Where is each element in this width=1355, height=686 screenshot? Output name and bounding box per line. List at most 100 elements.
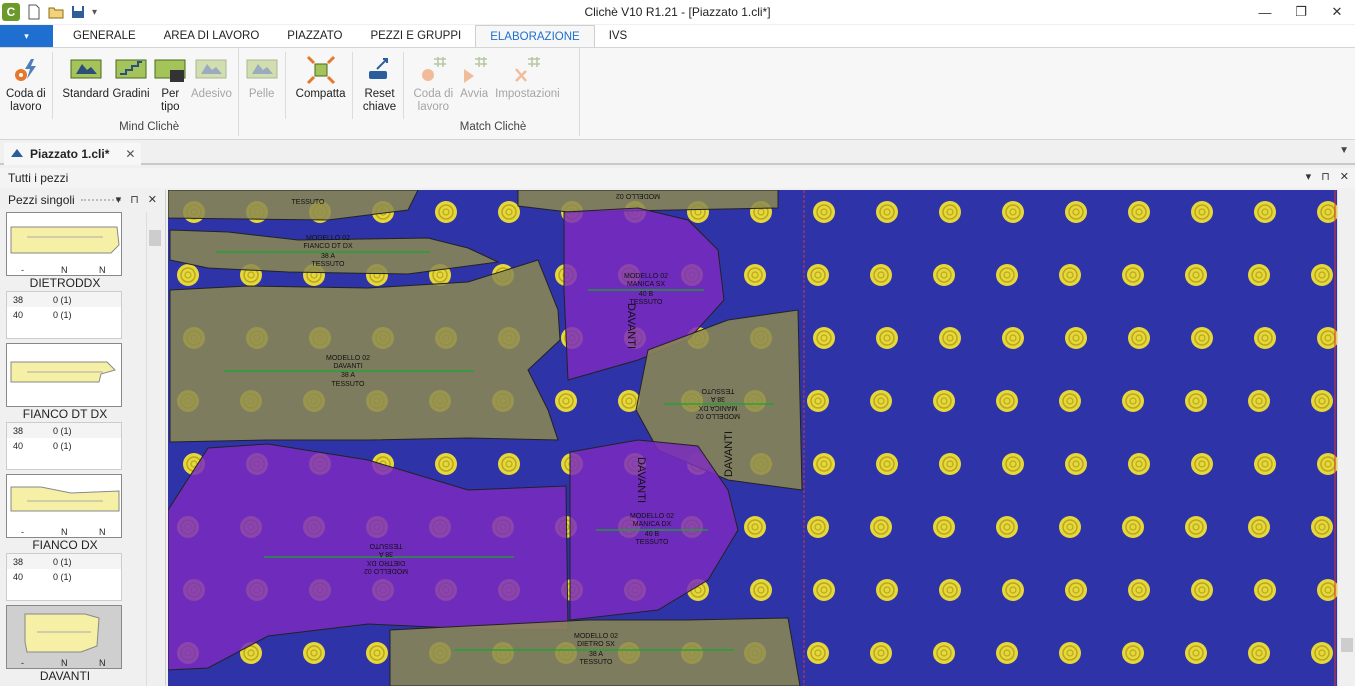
pin-icon[interactable]: ⊓ — [1321, 170, 1330, 183]
panel-menu-icon[interactable]: ▾ — [1306, 170, 1312, 183]
tab-generale[interactable]: GENERALE — [59, 25, 150, 47]
list-item[interactable]: FIANCO DT DX 38 0 (1) 40 0 (1) — [6, 343, 124, 470]
piece-label: MODELLO 02 — [574, 633, 618, 640]
compatta-button[interactable]: Compatta — [294, 52, 348, 136]
new-document-icon[interactable] — [26, 4, 42, 20]
panel-menu-icon[interactable]: ▾ — [116, 193, 122, 206]
app-icon[interactable]: C — [2, 3, 20, 21]
rose-motif — [1310, 641, 1334, 665]
rose-motif — [812, 326, 836, 350]
close-panel-icon[interactable]: ✕ — [148, 193, 157, 206]
rose-motif — [812, 200, 836, 224]
piece-label: MANICA DX — [698, 404, 737, 411]
piece-size-table: 38 0 (1) 40 0 (1) — [6, 553, 122, 601]
rose-motif — [434, 452, 458, 476]
rose-motif — [938, 326, 962, 350]
rose-motif — [938, 578, 962, 602]
match-cliche-group: Coda di lavoro Avvia Impostazioni Match … — [408, 48, 580, 136]
key-reset-icon — [364, 54, 396, 86]
rose-motif — [1253, 326, 1277, 350]
marker-layout[interactable]: TESSUTO MODELLO 02 FIANCO DT DX 38 A TES… — [168, 190, 1355, 686]
close-button[interactable]: ✕ — [1319, 0, 1355, 24]
tab-list-dropdown-icon[interactable]: ▼ — [1339, 145, 1349, 156]
rose-motif — [1316, 326, 1340, 350]
piece-label: 38 A — [341, 372, 355, 379]
qty-value: 0 (1) — [53, 556, 72, 567]
match-gear-icon — [417, 54, 449, 86]
rose-motif — [1184, 389, 1208, 413]
standard-label: Standard — [62, 88, 110, 100]
list-item[interactable]: - N N FIANCO DX 38 0 (1) 40 0 (1) — [6, 474, 124, 601]
rose-motif — [806, 641, 830, 665]
marker-canvas[interactable]: TESSUTO MODELLO 02 FIANCO DT DX 38 A TES… — [168, 190, 1355, 686]
avvia-label: Avvia — [460, 88, 489, 100]
tab-pezzi-e-gruppi[interactable]: PEZZI E GRUPPI — [356, 25, 475, 47]
rose-motif — [1310, 263, 1334, 287]
open-folder-icon[interactable] — [48, 4, 64, 20]
piece-label: TESSUTO — [636, 539, 669, 546]
piece-thumbnail[interactable]: - N N — [6, 474, 122, 538]
gradini-label: Gradini — [112, 88, 150, 100]
size-value: 40 — [13, 309, 24, 320]
piece-thumbnail[interactable] — [6, 343, 122, 407]
tick-label: N — [61, 527, 68, 537]
rose-motif — [995, 515, 1019, 539]
close-document-icon[interactable]: ✕ — [125, 147, 135, 161]
list-item[interactable]: - N N DIETRODDX 38 0 (1) 40 0 (1) — [6, 212, 124, 339]
piece-list-scrollbar[interactable] — [146, 212, 162, 686]
file-menu-button[interactable]: ▾ — [0, 25, 53, 47]
piece-thumbnail[interactable]: - N N — [6, 212, 122, 276]
piece-size-table: 38 0 (1) 40 0 (1) — [6, 291, 122, 339]
size-value: 38 — [13, 294, 24, 305]
tab-ivs[interactable]: IVS — [595, 25, 642, 47]
rose-motif — [1184, 515, 1208, 539]
tab-piazzato[interactable]: PIAZZATO — [273, 25, 356, 47]
document-tab[interactable]: Piazzato 1.cli* ✕ — [4, 143, 142, 165]
compatta-icon — [305, 54, 337, 86]
save-icon[interactable] — [70, 4, 86, 20]
quick-access-dropdown[interactable]: ▾ — [92, 7, 97, 18]
coda-di-lavoro-button[interactable]: Coda di lavoro — [4, 52, 48, 136]
pezzi-singoli-title: Pezzi singoli — [8, 193, 75, 207]
tab-area-di-lavoro[interactable]: AREA DI LAVORO — [150, 25, 274, 47]
piece-name: FIANCO DT DX — [22, 407, 108, 421]
tutti-i-pezzi-label: Tutti i pezzi — [8, 171, 69, 185]
rose-motif — [1316, 200, 1340, 224]
qty-value: 0 (1) — [53, 425, 72, 436]
rose-motif — [1001, 200, 1025, 224]
piece-label: MODELLO 02 — [630, 513, 674, 520]
piece-vertical-label: DAVANTI — [625, 303, 637, 349]
piece-label: TESSUTO — [701, 387, 734, 394]
piece-thumbnail[interactable]: - N N — [6, 605, 122, 669]
close-panel-icon[interactable]: ✕ — [1340, 170, 1349, 183]
rose-motif — [1247, 389, 1271, 413]
restore-button[interactable]: ❐ — [1283, 0, 1319, 24]
rose-motif — [497, 452, 521, 476]
list-item[interactable]: - N N DAVANTI — [6, 605, 124, 684]
piece-label: 40 B — [639, 291, 654, 298]
rose-motif — [1247, 515, 1271, 539]
rose-motif — [995, 263, 1019, 287]
rose-motif — [869, 515, 893, 539]
tab-elaborazione[interactable]: ELABORAZIONE — [475, 25, 595, 47]
minimize-button[interactable]: — — [1247, 0, 1283, 24]
rose-motif — [875, 200, 899, 224]
size-value: 40 — [13, 571, 24, 582]
rose-motif — [554, 389, 578, 413]
tick-label: N — [61, 265, 68, 275]
size-value: 38 — [13, 556, 24, 567]
canvas-scrollbar[interactable] — [1337, 190, 1355, 686]
tick-label: - — [21, 527, 24, 537]
piece-size-table: 38 0 (1) 40 0 (1) — [6, 422, 122, 470]
rose-motif — [1127, 452, 1151, 476]
pelle-button[interactable]: Pelle — [243, 52, 281, 136]
rose-motif — [1184, 641, 1208, 665]
pin-icon[interactable]: ⊓ — [130, 193, 139, 206]
piece-label: TESSUTO — [332, 381, 365, 388]
rose-motif — [869, 263, 893, 287]
reset-chiave-button[interactable]: Reset chiave — [361, 52, 399, 136]
per-tipo-label: Per tipo — [161, 88, 180, 113]
rose-motif — [1064, 200, 1088, 224]
qty-value: 0 (1) — [53, 571, 72, 582]
rose-motif — [497, 200, 521, 224]
